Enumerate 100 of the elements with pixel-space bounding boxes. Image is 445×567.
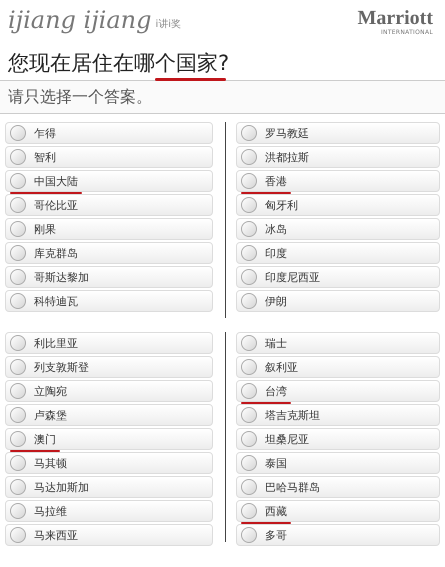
answer-option[interactable]: 卢森堡 xyxy=(5,404,213,426)
radio-button[interactable] xyxy=(241,125,257,142)
brand-logo: Marriott xyxy=(357,8,433,28)
radio-button[interactable] xyxy=(241,173,257,190)
option-label: 坦桑尼亚 xyxy=(265,434,309,445)
answer-option[interactable]: 泰国 xyxy=(236,452,440,474)
answer-option[interactable]: 中国大陆 xyxy=(5,170,213,192)
radio-button[interactable] xyxy=(10,245,26,262)
answer-option[interactable]: 利比里亚 xyxy=(5,332,213,354)
radio-button[interactable] xyxy=(241,383,257,400)
answer-option[interactable]: 匈牙利 xyxy=(236,194,440,216)
answer-option[interactable]: 澳门 xyxy=(5,428,213,450)
answer-option[interactable]: 马达加斯加 xyxy=(5,476,213,498)
answer-option[interactable]: 列支敦斯登 xyxy=(5,356,213,378)
answer-option[interactable]: 冰岛 xyxy=(236,218,440,240)
option-label: 乍得 xyxy=(34,128,56,139)
option-label: 冰岛 xyxy=(265,224,287,235)
radio-button[interactable] xyxy=(241,479,257,496)
radio-button[interactable] xyxy=(10,431,26,448)
answer-option[interactable]: 印度 xyxy=(236,242,440,264)
radio-button[interactable] xyxy=(10,149,26,166)
answer-option[interactable]: 哥斯达黎加 xyxy=(5,266,213,288)
answer-option[interactable]: 多哥 xyxy=(236,524,440,546)
radio-button[interactable] xyxy=(10,335,26,352)
answer-option[interactable]: 罗马教廷 xyxy=(236,122,440,144)
radio-button[interactable] xyxy=(10,125,26,142)
option-label: 澳门 xyxy=(34,434,56,445)
radio-button[interactable] xyxy=(241,293,257,310)
question-title: 您现在居住在哪个国家? xyxy=(8,50,437,76)
option-label: 哥伦比亚 xyxy=(34,200,78,211)
option-label: 西藏 xyxy=(265,506,287,517)
option-label: 台湾 xyxy=(265,386,287,397)
answer-option[interactable]: 智利 xyxy=(5,146,213,168)
answer-option[interactable]: 印度尼西亚 xyxy=(236,266,440,288)
radio-button[interactable] xyxy=(10,359,26,376)
answer-option[interactable]: 叙利亚 xyxy=(236,356,440,378)
logo-subtitle: i讲i奖 xyxy=(155,18,182,32)
radio-button[interactable] xyxy=(241,359,257,376)
answer-option[interactable]: 坦桑尼亚 xyxy=(236,428,440,450)
option-label: 洪都拉斯 xyxy=(265,152,309,163)
radio-button[interactable] xyxy=(10,221,26,238)
radio-button[interactable] xyxy=(10,527,26,544)
answer-option[interactable]: 香港 xyxy=(236,170,440,192)
answer-option[interactable]: 刚果 xyxy=(5,218,213,240)
answer-option[interactable]: 巴哈马群岛 xyxy=(236,476,440,498)
option-label: 卢森堡 xyxy=(34,410,67,421)
radio-button[interactable] xyxy=(10,269,26,286)
radio-button[interactable] xyxy=(241,335,257,352)
answer-option[interactable]: 伊朗 xyxy=(236,290,440,312)
radio-button[interactable] xyxy=(10,173,26,190)
radio-button[interactable] xyxy=(241,197,257,214)
option-label: 利比里亚 xyxy=(34,338,78,349)
radio-button[interactable] xyxy=(10,197,26,214)
option-label: 香港 xyxy=(265,176,287,187)
radio-button[interactable] xyxy=(10,479,26,496)
option-label: 列支敦斯登 xyxy=(34,362,89,373)
option-label: 马拉维 xyxy=(34,506,67,517)
answer-option[interactable]: 马其顿 xyxy=(5,452,213,474)
option-label: 塔吉克斯坦 xyxy=(265,410,320,421)
option-label: 印度 xyxy=(265,248,287,259)
option-label: 库克群岛 xyxy=(34,248,78,259)
radio-button[interactable] xyxy=(241,503,257,520)
radio-button[interactable] xyxy=(241,149,257,166)
radio-button[interactable] xyxy=(10,455,26,472)
radio-button[interactable] xyxy=(10,293,26,310)
option-label: 匈牙利 xyxy=(265,200,298,211)
answer-option[interactable]: 西藏 xyxy=(236,500,440,522)
radio-button[interactable] xyxy=(241,245,257,262)
option-label: 科特迪瓦 xyxy=(34,296,78,307)
answer-option[interactable]: 库克群岛 xyxy=(5,242,213,264)
answer-option[interactable]: 乍得 xyxy=(5,122,213,144)
option-label: 刚果 xyxy=(34,224,56,235)
radio-button[interactable] xyxy=(241,221,257,238)
answer-option[interactable]: 台湾 xyxy=(236,380,440,402)
radio-button[interactable] xyxy=(241,431,257,448)
option-label: 巴哈马群岛 xyxy=(265,482,320,493)
option-label: 哥斯达黎加 xyxy=(34,272,89,283)
answer-option[interactable]: 洪都拉斯 xyxy=(236,146,440,168)
radio-button[interactable] xyxy=(10,383,26,400)
radio-button[interactable] xyxy=(241,527,257,544)
option-label: 泰国 xyxy=(265,458,287,469)
answer-option[interactable]: 马拉维 xyxy=(5,500,213,522)
answer-option[interactable]: 马来西亚 xyxy=(5,524,213,546)
option-label: 马来西亚 xyxy=(34,530,78,541)
answer-option[interactable]: 哥伦比亚 xyxy=(5,194,213,216)
option-label: 瑞士 xyxy=(265,338,287,349)
logo: ijiang ijiang xyxy=(8,8,152,32)
radio-button[interactable] xyxy=(241,407,257,424)
answer-option[interactable]: 塔吉克斯坦 xyxy=(236,404,440,426)
option-label: 罗马教廷 xyxy=(265,128,309,139)
radio-button[interactable] xyxy=(241,269,257,286)
option-label: 马其顿 xyxy=(34,458,67,469)
option-label: 立陶宛 xyxy=(34,386,67,397)
option-label: 智利 xyxy=(34,152,56,163)
answer-option[interactable]: 瑞士 xyxy=(236,332,440,354)
answer-option[interactable]: 科特迪瓦 xyxy=(5,290,213,312)
radio-button[interactable] xyxy=(241,455,257,472)
radio-button[interactable] xyxy=(10,503,26,520)
answer-option[interactable]: 立陶宛 xyxy=(5,380,213,402)
radio-button[interactable] xyxy=(10,407,26,424)
